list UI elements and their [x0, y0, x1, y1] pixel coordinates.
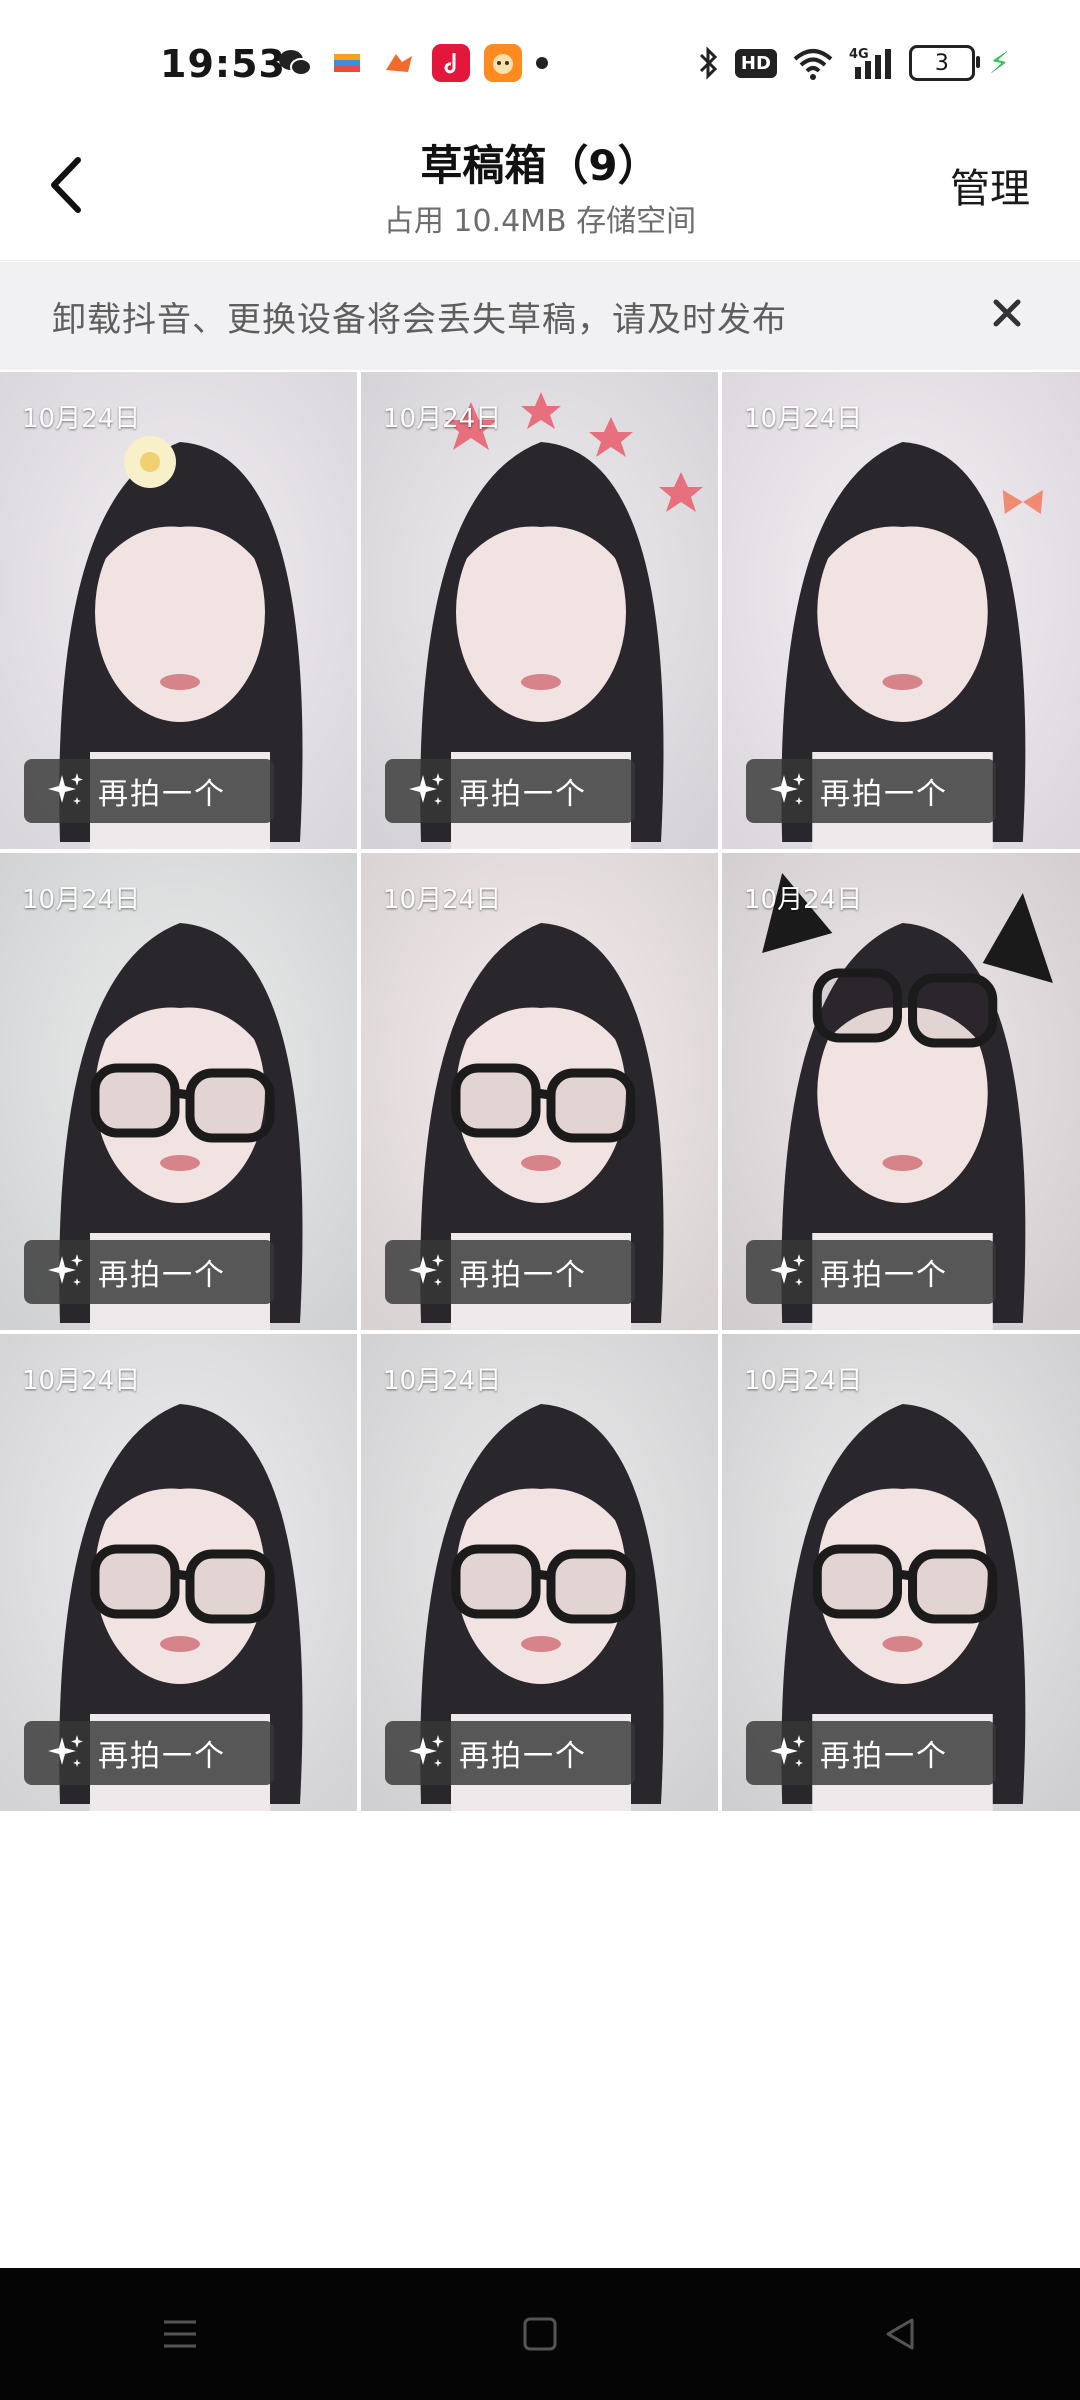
- triangle-back-icon: [886, 2318, 914, 2350]
- sparkle-icon: [770, 1254, 805, 1286]
- reshoot-label: 再拍一个: [820, 1739, 948, 1774]
- draft-date: 10月24日: [22, 404, 141, 434]
- storage-usage: 占用 10.4MB 存储空间: [383, 204, 697, 239]
- draft-item[interactable]: 10月24日再拍一个: [0, 372, 357, 849]
- draft-grid: 10月24日 再拍一个 10月24日 再拍一个 10月24日 再拍一个 10月24日 再拍一个…: [0, 372, 1080, 1811]
- draft-date: 10月24日: [383, 404, 502, 434]
- reshoot-label: 再拍一个: [820, 777, 948, 812]
- close-icon: [993, 299, 1021, 327]
- reshoot-label: 再拍一个: [98, 1258, 226, 1293]
- draft-date: 10月24日: [383, 885, 502, 915]
- manage-button[interactable]: 管理: [950, 156, 1030, 214]
- battery-level: 3: [934, 50, 949, 76]
- page-title: 草稿箱（9）: [420, 141, 660, 190]
- sparkle-icon: [48, 1735, 83, 1767]
- sparkle-icon: [409, 1735, 444, 1767]
- menu-icon: [164, 2320, 196, 2348]
- sparkle-icon: [409, 1254, 444, 1286]
- bluetooth-icon: [699, 46, 718, 80]
- warning-text: 卸载抖音、更换设备将会丢失草稿，请及时发布: [52, 300, 787, 340]
- draft-item[interactable]: 10月24日再拍一个: [0, 1334, 357, 1811]
- draft-date: 10月24日: [22, 1366, 141, 1396]
- reshoot-button[interactable]: 再拍一个: [385, 759, 635, 823]
- menu-button[interactable]: [140, 2294, 220, 2374]
- draft-item[interactable]: 10月24日再拍一个: [722, 372, 1080, 849]
- reshoot-label: 再拍一个: [98, 1739, 226, 1774]
- wallet-icon: [328, 44, 366, 82]
- reshoot-label: 再拍一个: [459, 1739, 587, 1774]
- draft-date: 10月24日: [22, 885, 141, 915]
- home-button[interactable]: [500, 2294, 580, 2374]
- wifi-icon: [793, 49, 833, 80]
- signal-icon: 4G: [849, 47, 891, 79]
- draft-item[interactable]: 10月24日再拍一个: [722, 853, 1080, 1330]
- sparkle-icon: [48, 773, 83, 805]
- draft-date: 10月24日: [744, 404, 863, 434]
- draft-item[interactable]: 10月24日再拍一个: [0, 853, 357, 1330]
- back-nav-button[interactable]: [860, 2294, 940, 2374]
- reshoot-label: 再拍一个: [820, 1258, 948, 1293]
- charging-icon: ⚡: [988, 45, 1010, 81]
- draft-item[interactable]: 10月24日再拍一个: [361, 853, 718, 1330]
- home-icon: [523, 2317, 557, 2351]
- wechat-icon: [276, 44, 314, 82]
- reshoot-label: 再拍一个: [459, 1258, 587, 1293]
- reshoot-button[interactable]: 再拍一个: [746, 759, 996, 823]
- system-indicators: HD 4G 3 ⚡: [697, 44, 1010, 82]
- reshoot-button[interactable]: 再拍一个: [24, 1240, 274, 1304]
- draft-item[interactable]: 10月24日再拍一个: [361, 1334, 718, 1811]
- battery-icon: 3: [908, 45, 980, 81]
- draft-date: 10月24日: [383, 1366, 502, 1396]
- game-icon: [380, 44, 418, 82]
- draft-date: 10月24日: [744, 1366, 863, 1396]
- reshoot-button[interactable]: 再拍一个: [24, 759, 274, 823]
- svg-text:4G: 4G: [849, 47, 869, 62]
- reshoot-button[interactable]: 再拍一个: [385, 1721, 635, 1785]
- sparkle-icon: [48, 1254, 83, 1286]
- reshoot-label: 再拍一个: [98, 777, 226, 812]
- reshoot-button[interactable]: 再拍一个: [385, 1240, 635, 1304]
- reshoot-button[interactable]: 再拍一个: [746, 1240, 996, 1304]
- hd-badge: HD: [734, 48, 777, 78]
- sparkle-icon: [770, 773, 805, 805]
- reshoot-button[interactable]: 再拍一个: [746, 1721, 996, 1785]
- reshoot-label: 再拍一个: [459, 777, 587, 812]
- more-notifications-dot: [536, 57, 548, 69]
- draft-date: 10月24日: [744, 885, 863, 915]
- system-navigation-bar: [0, 2268, 1080, 2400]
- sparkle-icon: [409, 773, 444, 805]
- music-icon: [432, 44, 470, 82]
- top-navigation: 草稿箱（9） 占用 10.4MB 存储空间 管理: [0, 120, 1080, 261]
- status-bar: 19:53 HD 4G 3 ⚡: [0, 0, 1080, 120]
- close-banner-button[interactable]: [982, 288, 1032, 338]
- sparkle-icon: [770, 1735, 805, 1767]
- notification-icons: [276, 44, 548, 82]
- draft-item[interactable]: 10月24日再拍一个: [722, 1334, 1080, 1811]
- draft-item[interactable]: 10月24日再拍一个: [361, 372, 718, 849]
- status-time: 19:53: [160, 42, 286, 86]
- mascot-app-icon: [484, 44, 522, 82]
- flower-sticker: [124, 436, 176, 488]
- reshoot-button[interactable]: 再拍一个: [24, 1721, 274, 1785]
- warning-banner: 卸载抖音、更换设备将会丢失草稿，请及时发布: [0, 262, 1080, 370]
